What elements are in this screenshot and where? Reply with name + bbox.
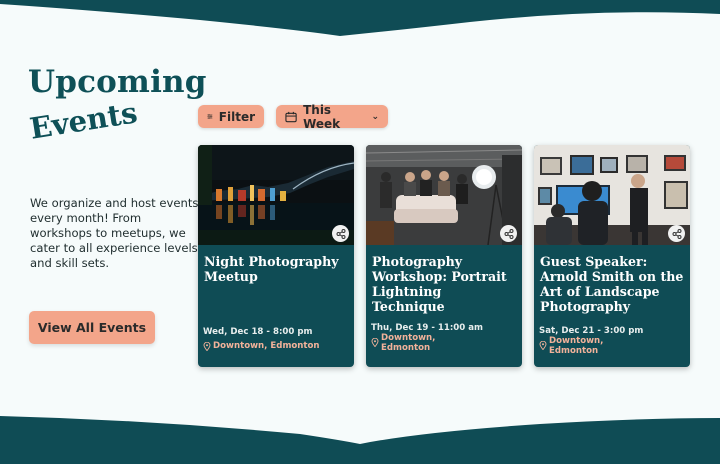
event-date: Sat, Dec 21 - 3:00 pm	[539, 326, 644, 336]
location-pin-icon	[539, 341, 547, 350]
calendar-icon	[285, 111, 297, 122]
location-pin-icon	[371, 338, 379, 347]
page-title-line1: Upcoming	[28, 64, 207, 100]
event-location-label: Downtown, Edmonton	[381, 333, 436, 353]
view-all-events-button[interactable]: View All Events	[29, 311, 155, 344]
event-card[interactable]: Guest Speaker: Arnold Smith on the Art o…	[534, 145, 690, 367]
event-date: Thu, Dec 19 - 11:00 am	[371, 323, 484, 333]
date-range-dropdown[interactable]: This Week ⌄	[276, 102, 388, 131]
share-icon	[672, 228, 681, 239]
event-card[interactable]: Photography Workshop: Portrait Lightning…	[366, 145, 522, 367]
event-date: Wed, Dec 18 - 8:00 pm	[203, 327, 313, 337]
bottom-wave-decoration	[0, 416, 720, 464]
event-image-workshop	[366, 145, 522, 245]
sliders-icon	[207, 113, 213, 120]
event-image-gallery-talk	[534, 145, 690, 245]
event-title[interactable]: Guest Speaker: Arnold Smith on the Art o…	[540, 254, 686, 314]
event-location: Downtown, Edmonton	[371, 333, 443, 353]
top-wave-decoration	[0, 0, 720, 36]
share-icon	[504, 228, 513, 239]
page-title-line2: Events	[27, 95, 140, 146]
filter-label: Filter	[218, 109, 255, 124]
event-image-night-city	[198, 145, 354, 245]
intro-text: We organize and host events every month!…	[30, 196, 199, 270]
share-button[interactable]	[332, 225, 349, 242]
filter-button[interactable]: Filter	[198, 105, 264, 128]
event-location-label: Downtown, Edmonton	[549, 336, 604, 356]
event-location: Downtown, Edmonton	[203, 341, 320, 352]
event-location: Downtown, Edmonton	[539, 336, 611, 356]
date-range-label: This Week	[303, 102, 341, 131]
event-location-label: Downtown, Edmonton	[213, 341, 320, 351]
location-pin-icon	[203, 342, 211, 351]
share-button[interactable]	[500, 225, 517, 242]
share-button[interactable]	[668, 225, 685, 242]
event-card[interactable]: Night Photography Meetup Wed, Dec 18 - 8…	[198, 145, 354, 367]
event-title[interactable]: Night Photography Meetup	[204, 254, 350, 284]
event-title[interactable]: Photography Workshop: Portrait Lightning…	[372, 254, 518, 314]
share-icon	[336, 228, 345, 239]
chevron-down-icon: ⌄	[371, 111, 379, 122]
